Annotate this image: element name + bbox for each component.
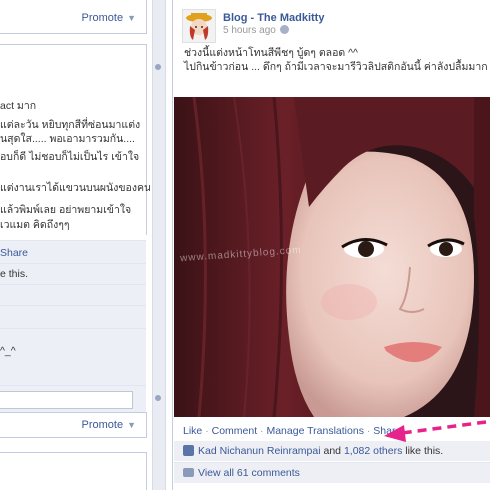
post-photo[interactable]: www.madkittyblog.com — [174, 97, 490, 417]
view-all-comments-link[interactable]: View all 61 comments — [198, 467, 300, 479]
left-post-likes: e this. — [0, 263, 146, 284]
post-message: ช่วงนี้แต่งหน้าโทนสีพีชๆ บู้ดๆ ตลอด ^^ ไ… — [184, 46, 488, 74]
comment-bubble-icon — [183, 468, 194, 477]
separator: · — [366, 425, 371, 437]
left-comment-row — [0, 305, 146, 328]
chevron-down-icon: ▼ — [127, 13, 136, 23]
comments-summary: View all 61 comments — [174, 462, 490, 483]
separator: · — [260, 425, 264, 437]
left-comment-input-row — [0, 385, 146, 412]
likes-text: e this. — [0, 268, 29, 280]
comment-text: ^_^ — [0, 345, 16, 357]
globe-icon — [279, 25, 289, 34]
share-link[interactable]: Share — [373, 425, 401, 437]
left-post-text-line: act มาก — [0, 100, 37, 112]
left-post-text-line: เวแมต คิดถึงๆๆ — [0, 219, 70, 231]
left-post-footer: Promote ▼ — [0, 412, 147, 438]
left-comment-row — [0, 284, 146, 305]
timeline-spine — [152, 0, 166, 490]
like-link[interactable]: Like — [183, 425, 202, 437]
left-post-text-line: นสุดใส..... พอเอามารวมกัน.... — [0, 133, 135, 145]
left-comment-row: ^_^ — [0, 328, 146, 385]
promote-button[interactable]: Promote ▼ — [82, 12, 137, 24]
page-avatar[interactable] — [182, 9, 216, 43]
post-message-line: ไปกินข้าวก่อน ... ดึกๆ ถ้ามีเวลาจะมารีวิ… — [184, 61, 488, 73]
likes-summary: Kad Nichanun Reinrampai and 1,082 others… — [174, 441, 490, 461]
left-post-actions: Share — [0, 240, 146, 263]
left-post-text-line: อบก็ดี ไม่ชอบก็ไม่เป็นไร เข้าใจ — [0, 151, 140, 163]
post-actions-bar: Like · Comment · Manage Translations · S… — [183, 425, 401, 437]
post-timestamp[interactable]: 5 hours ago — [223, 25, 289, 36]
comment-input[interactable] — [0, 391, 133, 409]
likes-conjunction: and — [323, 445, 342, 457]
page-name-link[interactable]: Blog - The Madkitty — [223, 12, 324, 24]
separator: · — [205, 425, 209, 437]
timeline-marker — [155, 64, 161, 70]
left-post-text-line: แต่งานเราได้แขวนบนผนังของคน — [0, 182, 150, 194]
timeline-post: Blog - The Madkitty 5 hours ago ช่วงนี้แ… — [172, 0, 491, 490]
liker-name-link[interactable]: Kad Nichanun Reinrampai — [198, 445, 321, 457]
post-message-line: ช่วงนี้แต่งหน้าโทนสีพีชๆ บู้ดๆ ตลอด ^^ — [184, 47, 358, 59]
thumbs-up-icon — [183, 445, 194, 456]
avatar-illustration — [186, 13, 212, 40]
left-post-header: Promote ▼ — [0, 0, 147, 34]
comment-link[interactable]: Comment — [212, 425, 258, 437]
likes-suffix: like this. — [405, 445, 444, 457]
left-next-post — [0, 452, 147, 490]
left-timeline-column: Promote ▼ act มาก แต่ละวัน หยิบทุกสีที่ซ่… — [0, 0, 150, 490]
chevron-down-icon: ▼ — [127, 420, 136, 430]
share-link[interactable]: Share — [0, 247, 28, 259]
manage-translations-link[interactable]: Manage Translations — [266, 425, 363, 437]
promote-button[interactable]: Promote ▼ — [82, 419, 137, 431]
others-link[interactable]: 1,082 others — [344, 445, 402, 457]
timeline-marker — [155, 395, 161, 401]
